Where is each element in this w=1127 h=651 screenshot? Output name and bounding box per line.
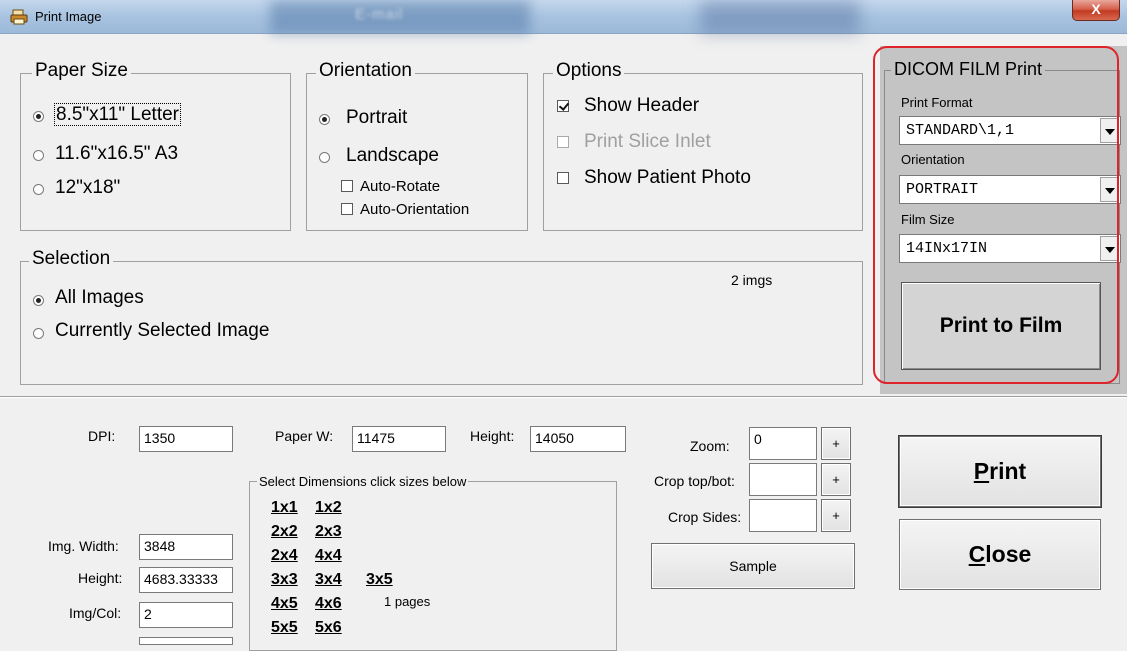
window-title: Print Image [35, 9, 102, 24]
checkbox-checked-icon [557, 100, 569, 112]
checkbox-label: Auto-Orientation [360, 201, 470, 218]
checkbox-label: Print Slice Inlet [584, 131, 711, 152]
radio-icon [33, 328, 44, 339]
highlight-annotation [873, 46, 1119, 384]
paper-height-label: Height: [470, 428, 515, 444]
image-count: 2 imgs [731, 272, 773, 288]
orientation-option-landscape[interactable]: Landscape [318, 144, 478, 170]
layout-5x6-link[interactable]: 5x6 [315, 619, 342, 637]
dpi-label: DPI: [88, 428, 116, 444]
radio-icon [319, 152, 330, 163]
show-patient-photo-checkbox[interactable]: Show Patient Photo [557, 167, 847, 191]
zoom-label: Zoom: [690, 438, 730, 454]
checkbox-label: Show Patient Photo [584, 167, 751, 188]
img-height-input[interactable]: 4683.33333 [139, 567, 233, 593]
auto-rotate-checkbox[interactable]: Auto-Rotate [341, 178, 511, 196]
paper-option-label: 12"x18" [55, 177, 121, 198]
layout-1x1-link[interactable]: 1x1 [271, 499, 298, 517]
print-button[interactable]: Print [899, 436, 1101, 507]
background-blur [700, 0, 860, 34]
paper-option-a3[interactable]: 11.6"x16.5" A3 [32, 142, 252, 168]
layout-4x5-link[interactable]: 4x5 [271, 595, 298, 613]
paper-option-12x18[interactable]: 12"x18" [32, 176, 252, 202]
layout-2x3-link[interactable]: 2x3 [315, 523, 342, 541]
img-width-input[interactable]: 3848 [139, 534, 233, 560]
layout-3x3-link[interactable]: 3x3 [271, 571, 298, 589]
dimensions-legend: Select Dimensions click sizes below [257, 474, 469, 489]
layout-2x2-link[interactable]: 2x2 [271, 523, 298, 541]
auto-orientation-checkbox[interactable]: Auto-Orientation [341, 201, 521, 219]
checkbox-icon [341, 203, 353, 215]
dpi-input[interactable]: 1350 [139, 426, 233, 452]
layout-4x4-link[interactable]: 4x4 [315, 547, 342, 565]
orientation-option-label: Portrait [346, 107, 408, 128]
checkbox-icon [341, 180, 353, 192]
selection-option-label: All Images [55, 287, 144, 308]
paper-width-input[interactable]: 11475 [352, 426, 446, 452]
radio-icon [33, 150, 44, 161]
print-label-rest: rint [989, 458, 1027, 484]
close-hotkey: C [968, 541, 986, 567]
layout-4x6-link[interactable]: 4x6 [315, 595, 342, 613]
layout-5x5-link[interactable]: 5x5 [271, 619, 298, 637]
layout-2x4-link[interactable]: 2x4 [271, 547, 298, 565]
partial-input[interactable] [139, 637, 233, 645]
paper-height-input[interactable]: 14050 [530, 426, 626, 452]
print-slice-inlet-checkbox: Print Slice Inlet [557, 131, 837, 155]
radio-selected-icon [33, 295, 44, 306]
title-bar [0, 0, 1127, 34]
show-header-checkbox[interactable]: Show Header [557, 95, 837, 119]
layout-3x4-link[interactable]: 3x4 [315, 571, 342, 589]
img-width-label: Img. Width: [48, 538, 119, 554]
crop-top-bottom-input[interactable] [749, 463, 817, 496]
checkbox-label: Show Header [584, 95, 700, 116]
zoom-input[interactable]: 0 [749, 427, 817, 460]
sample-button[interactable]: Sample [651, 543, 855, 589]
paper-width-label: Paper W: [275, 428, 334, 444]
checkbox-disabled-icon [557, 136, 569, 148]
paper-size-legend: Paper Size [32, 60, 131, 82]
paper-option-label: 11.6"x16.5" A3 [55, 143, 179, 164]
img-col-input[interactable]: 2 [139, 602, 233, 628]
selection-option-label: Currently Selected Image [55, 320, 270, 341]
orientation-option-label: Landscape [346, 145, 439, 166]
checkbox-label: Auto-Rotate [360, 178, 441, 195]
window-close-button[interactable]: X [1072, 0, 1120, 21]
selection-option-current[interactable]: Currently Selected Image [32, 320, 352, 346]
crop-sides-label: Crop Sides: [668, 509, 742, 525]
orientation-legend: Orientation [316, 60, 415, 82]
zoom-plus-button[interactable]: + [821, 427, 851, 460]
print-hotkey: P [973, 458, 990, 484]
layout-1x2-link[interactable]: 1x2 [315, 499, 342, 517]
close-label-rest: lose [985, 541, 1032, 567]
pages-count: 1 pages [384, 594, 431, 609]
img-height-label: Height: [78, 570, 123, 586]
layout-3x5-link[interactable]: 3x5 [366, 571, 393, 589]
radio-selected-icon [33, 111, 44, 122]
printer-icon [10, 9, 28, 25]
selection-option-all[interactable]: All Images [32, 287, 232, 313]
background-window-text: E-mail [355, 6, 404, 23]
radio-selected-icon [319, 114, 330, 125]
paper-option-label: 8.5"x11" Letter [54, 103, 181, 126]
crop-sides-input[interactable] [749, 499, 817, 532]
close-button[interactable]: Close [899, 519, 1101, 590]
crop-top-bottom-plus-button[interactable]: + [821, 463, 851, 496]
img-col-label: Img/Col: [69, 605, 122, 621]
section-divider [0, 396, 1127, 398]
crop-top-bottom-label: Crop top/bot: [654, 473, 735, 489]
radio-icon [33, 184, 44, 195]
selection-legend: Selection [29, 248, 114, 270]
options-legend: Options [553, 60, 625, 82]
dimensions-group [249, 481, 617, 651]
orientation-option-portrait[interactable]: Portrait [318, 106, 478, 132]
paper-option-letter[interactable]: 8.5"x11" Letter [32, 103, 252, 129]
checkbox-icon [557, 172, 569, 184]
crop-sides-plus-button[interactable]: + [821, 499, 851, 532]
